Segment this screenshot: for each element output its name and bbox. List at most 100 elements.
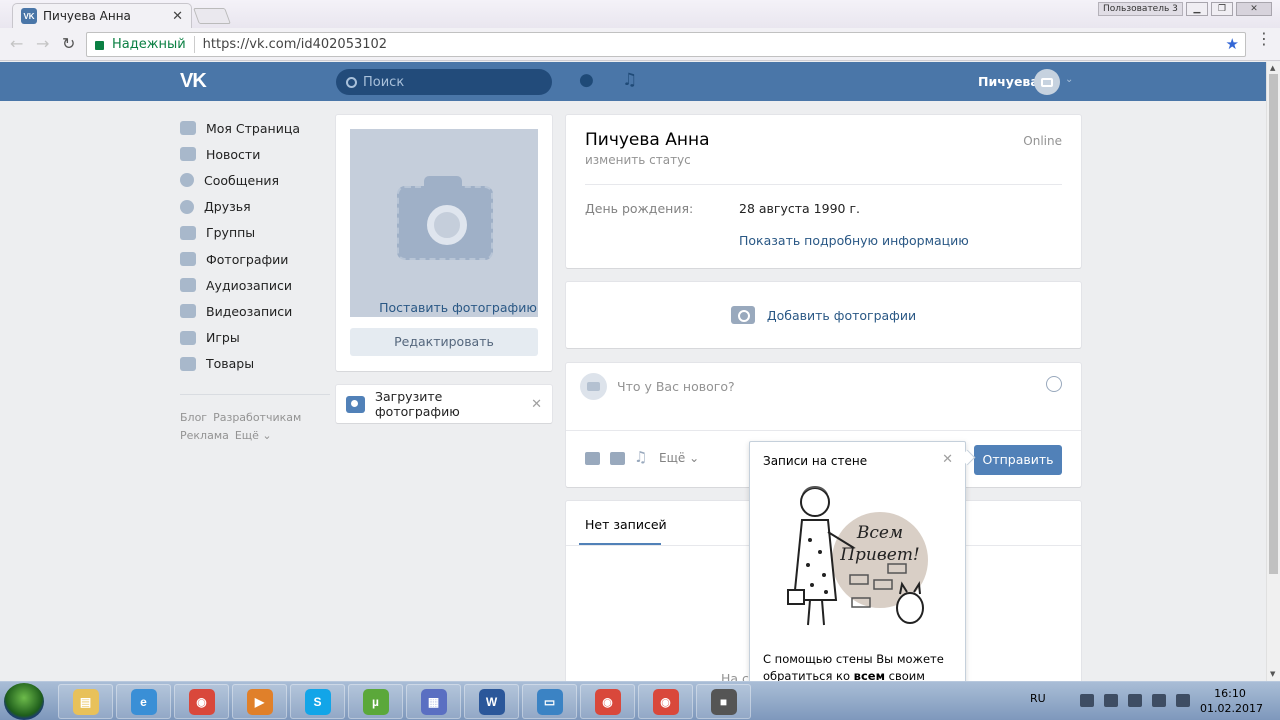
forward-icon[interactable]: → — [36, 34, 49, 53]
chevron-down-icon[interactable]: ⌄ — [1065, 74, 1073, 85]
sidebar-item-market[interactable]: Товары — [180, 351, 330, 377]
taskbar-app-media-player[interactable]: ▶ — [232, 684, 287, 719]
tray-network-icon[interactable] — [1080, 694, 1094, 707]
post-input[interactable]: Что у Вас нового? — [617, 379, 735, 394]
tab-title: Пичуева Анна — [43, 9, 131, 23]
blog-link[interactable]: Блог — [180, 411, 207, 424]
page-content: Моя Страница Новости Сообщения Друзья Гр… — [0, 101, 1266, 701]
notifications-bell-icon[interactable]: ● — [579, 70, 594, 90]
archiver-icon: ▦ — [420, 688, 447, 715]
birthday-value[interactable]: 28 августа 1990 г. — [739, 201, 860, 216]
header-avatar[interactable] — [1034, 69, 1060, 95]
back-icon[interactable]: ← — [10, 34, 23, 53]
taskbar-app-display[interactable]: ▭ — [522, 684, 577, 719]
close-window-button[interactable]: ✕ — [1236, 2, 1272, 16]
taskbar-app-chrome[interactable]: ◉ — [174, 684, 229, 719]
taskbar-app-utorrent[interactable]: µ — [348, 684, 403, 719]
tooltip-text: С помощью стены Вы можете обратиться ко … — [763, 651, 958, 685]
attach-music-icon[interactable]: ♫ — [634, 448, 649, 466]
more-link[interactable]: Ещё ⌄ — [235, 429, 272, 442]
reload-icon[interactable]: ↻ — [62, 34, 75, 53]
news-icon — [180, 147, 196, 162]
music-icon[interactable]: ♫ — [622, 70, 637, 90]
taskbar-app-skype[interactable]: S — [290, 684, 345, 719]
new-tab-button[interactable] — [193, 8, 231, 24]
attach-video-icon[interactable] — [610, 452, 625, 465]
omnibox-separator — [193, 36, 195, 53]
upload-photo-card[interactable]: Загрузите фотографию ✕ — [336, 385, 552, 423]
browser-titlebar: VK Пичуева Анна ✕ Пользователь 3 ▁ ❐ ✕ — [0, 0, 1280, 28]
smiley-icon[interactable] — [1046, 376, 1062, 392]
ads-link[interactable]: Реклама — [180, 429, 229, 442]
avatar — [580, 373, 607, 400]
language-indicator[interactable]: RU — [1030, 692, 1046, 705]
taskbar-app-ie[interactable]: e — [116, 684, 171, 719]
url-text[interactable]: https://vk.com/id402053102 — [203, 37, 387, 52]
maximize-button[interactable]: ❐ — [1211, 2, 1233, 16]
taskbar-app-camera[interactable]: ■ — [696, 684, 751, 719]
attach-more-button[interactable]: Ещё ⌄ — [659, 451, 699, 465]
scrollbar-thumb[interactable] — [1269, 74, 1278, 574]
send-button[interactable]: Отправить — [974, 445, 1062, 475]
taskbar-app-chrome-3[interactable]: ◉ — [638, 684, 693, 719]
tray-monitor-icon[interactable] — [1152, 694, 1166, 707]
set-photo-link[interactable]: Поставить фотографию — [364, 300, 552, 315]
developers-link[interactable]: Разработчикам — [213, 411, 301, 424]
start-button[interactable] — [4, 683, 44, 720]
sidebar-item-label: Друзья — [204, 199, 251, 215]
sidebar-item-my-page[interactable]: Моя Страница — [180, 115, 330, 141]
photo-placeholder[interactable]: Поставить фотографию — [350, 129, 538, 317]
show-details-link[interactable]: Показать подробную информацию — [739, 233, 969, 248]
bookmark-star-icon[interactable]: ★ — [1226, 35, 1239, 53]
header-user-name[interactable]: Пичуева — [978, 74, 1039, 89]
tray-update-icon[interactable] — [1104, 694, 1118, 707]
sidebar-item-messages[interactable]: Сообщения — [180, 167, 330, 193]
address-bar[interactable]: Надежный https://vk.com/id402053102 ★ — [86, 32, 1246, 57]
tray-volume-icon[interactable] — [1176, 694, 1190, 707]
sidebar-item-label: Видеозаписи — [206, 303, 293, 319]
taskbar-app-word[interactable]: W — [464, 684, 519, 719]
tab-close-icon[interactable]: ✕ — [172, 9, 183, 24]
scroll-down-icon[interactable]: ▼ — [1270, 670, 1275, 678]
sidebar-item-news[interactable]: Новости — [180, 141, 330, 167]
browser-tab[interactable]: VK Пичуева Анна ✕ — [12, 3, 192, 28]
upload-photo-label[interactable]: Загрузите фотографию — [375, 389, 521, 419]
chrome-3-icon: ◉ — [652, 688, 679, 715]
attach-photo-icon[interactable] — [585, 452, 600, 465]
taskbar-app-chrome-2[interactable]: ◉ — [580, 684, 635, 719]
sidebar-item-games[interactable]: Игры — [180, 325, 330, 351]
change-status-link[interactable]: изменить статус — [585, 153, 691, 167]
user-profile-badge[interactable]: Пользователь 3 — [1098, 2, 1183, 16]
minimize-button[interactable]: ▁ — [1186, 2, 1208, 16]
sidebar-item-photos[interactable]: Фотографии — [180, 246, 330, 272]
page-scrollbar[interactable]: ▲ ▼ — [1266, 62, 1280, 682]
sidebar-item-groups[interactable]: Группы — [180, 220, 330, 246]
system-clock[interactable]: 16:10 01.02.2017 — [1200, 686, 1263, 716]
browser-menu-icon[interactable]: ⋮ — [1256, 31, 1272, 47]
music-note-icon — [180, 278, 196, 293]
edit-profile-button[interactable]: Редактировать — [350, 328, 538, 356]
tab-no-posts[interactable]: Нет записей — [585, 517, 667, 532]
close-icon[interactable]: ✕ — [531, 397, 542, 412]
taskbar-app-archiver[interactable]: ▦ — [406, 684, 461, 719]
skype-icon: S — [304, 688, 331, 715]
search-input[interactable]: Поиск — [336, 69, 552, 95]
close-icon[interactable]: ✕ — [942, 452, 953, 467]
sidebar-item-audio[interactable]: Аудиозаписи — [180, 272, 330, 298]
tray-flag-icon[interactable] — [1128, 694, 1142, 707]
profile-divider — [585, 184, 1062, 185]
chrome-2-icon: ◉ — [594, 688, 621, 715]
camera-icon: ■ — [710, 688, 737, 715]
sidebar-item-friends[interactable]: Друзья — [180, 194, 330, 220]
friends-icon — [180, 199, 194, 214]
photos-icon — [180, 252, 196, 267]
utorrent-icon: µ — [362, 688, 389, 715]
scroll-up-icon[interactable]: ▲ — [1270, 64, 1275, 72]
sidebar-item-video[interactable]: Видеозаписи — [180, 298, 330, 324]
gamepad-icon — [180, 330, 196, 345]
vk-logo[interactable]: VK — [180, 70, 207, 93]
add-photos-card[interactable]: Добавить фотографии — [566, 282, 1081, 348]
display-icon: ▭ — [536, 688, 563, 715]
video-icon — [180, 304, 196, 319]
taskbar-app-explorer[interactable]: ▤ — [58, 684, 113, 719]
